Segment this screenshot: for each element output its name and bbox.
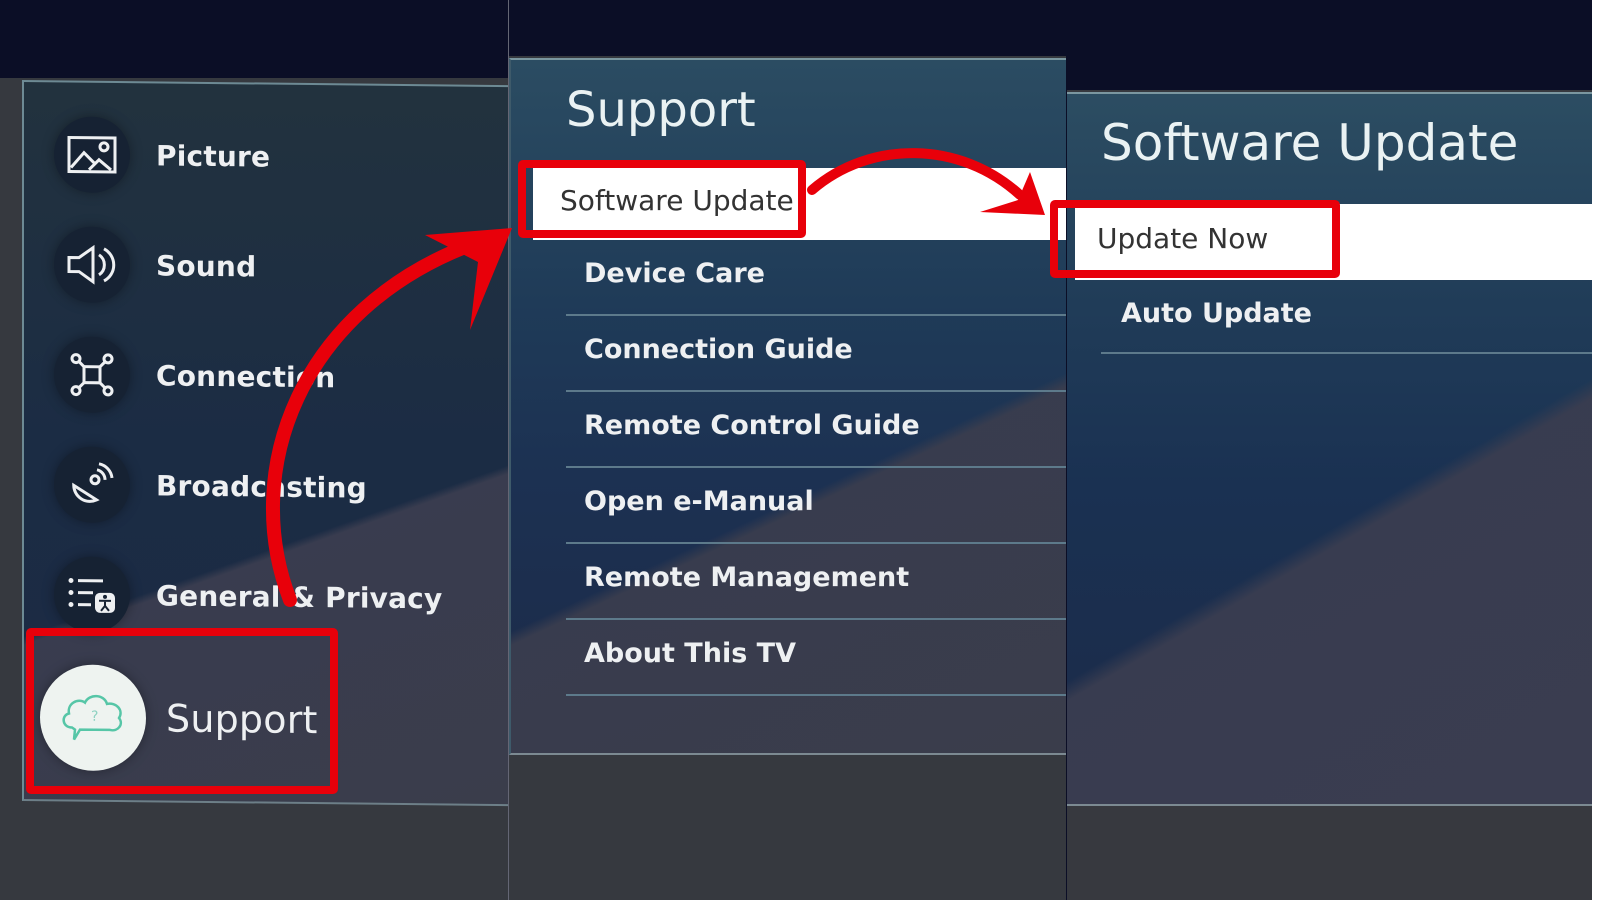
sound-icon: [54, 226, 130, 304]
menu-item-sound[interactable]: Sound: [54, 224, 256, 306]
highlight-box-support: [26, 628, 338, 794]
connection-icon: [54, 336, 130, 414]
menu-item-open-e-manual[interactable]: Open e-Manual: [566, 468, 1066, 544]
highlight-box-software-update: [518, 160, 806, 238]
menu-item-remote-management[interactable]: Remote Management: [566, 544, 1066, 620]
menu-item-label: General & Privacy: [156, 578, 443, 615]
menu-item-broadcasting[interactable]: Broadcasting: [54, 444, 367, 527]
menu-item-general-privacy[interactable]: General & Privacy: [54, 554, 442, 638]
highlight-box-update-now: [1050, 200, 1340, 278]
menu-item-label: Auto Update: [1121, 298, 1312, 329]
broadcasting-icon: [54, 446, 130, 524]
menu-item-label: Broadcasting: [156, 468, 367, 505]
picture-icon: [54, 116, 130, 194]
menu-item-label: Connection Guide: [584, 334, 853, 365]
menu-item-device-care[interactable]: Device Care: [566, 240, 1066, 316]
general-privacy-icon: [54, 556, 130, 634]
menu-item-label: Remote Control Guide: [584, 410, 920, 441]
menu-item-label: Open e-Manual: [584, 486, 814, 517]
software-update-menu-column: Software Update Update Now Auto Update: [1067, 0, 1592, 900]
menu-item-connection-guide[interactable]: Connection Guide: [566, 316, 1066, 392]
menu-item-about-this-tv[interactable]: About This TV: [566, 620, 1066, 696]
menu-item-connection[interactable]: Connection: [54, 334, 335, 417]
menu-item-label: About This TV: [584, 638, 796, 669]
menu-item-label: Remote Management: [584, 562, 910, 593]
support-menu-title: Support: [566, 82, 756, 138]
menu-item-remote-control-guide[interactable]: Remote Control Guide: [566, 392, 1066, 468]
menu-item-auto-update[interactable]: Auto Update: [1101, 284, 1592, 354]
menu-item-label: Device Care: [584, 258, 765, 289]
software-update-menu-title: Software Update: [1101, 114, 1519, 172]
menu-item-label: Picture: [156, 138, 271, 174]
support-menu-column: Support Software Update Device Care Conn…: [509, 0, 1066, 900]
menu-item-picture[interactable]: Picture: [54, 114, 270, 196]
menu-item-label: Sound: [156, 248, 257, 283]
right-edge-border: [1592, 0, 1600, 900]
menu-item-label: Connection: [156, 358, 336, 394]
